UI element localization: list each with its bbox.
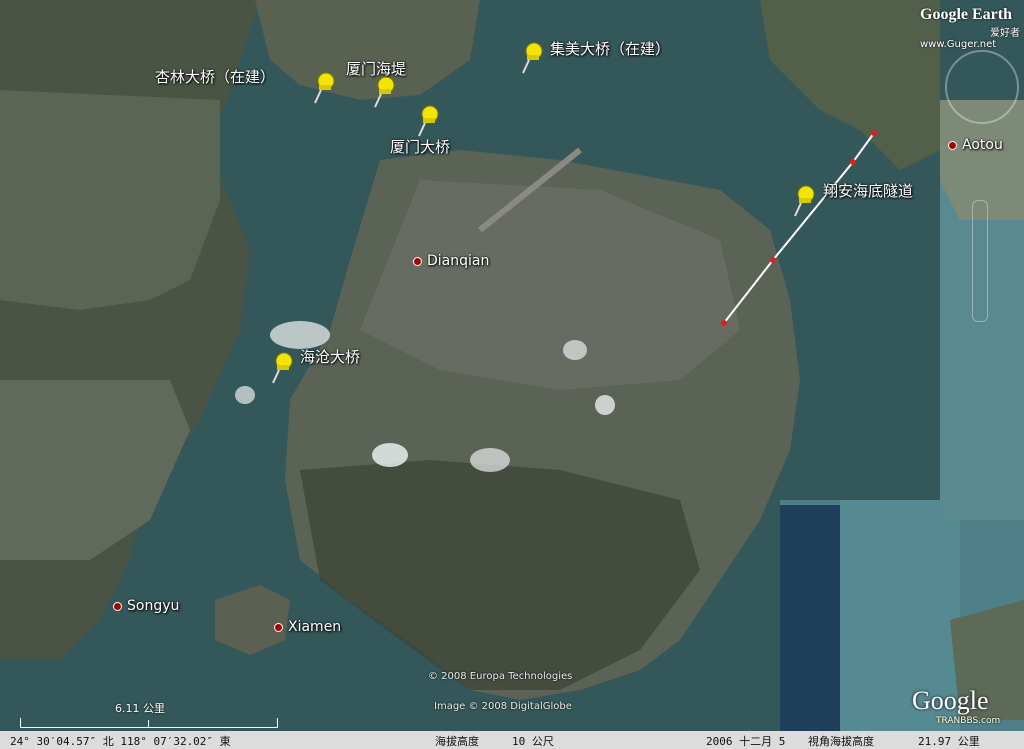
watermark: TRANBBS.com [936, 716, 1001, 726]
city-dot-icon [113, 601, 122, 611]
route-point [721, 320, 727, 326]
elevation-value: 10 公尺 [512, 735, 554, 748]
placemark-label[interactable]: 厦门海堤 [346, 58, 406, 79]
placemark-label[interactable]: 翔安海底隧道 [823, 180, 913, 201]
city-label[interactable]: Dianqian [413, 253, 489, 269]
city-dot-icon [274, 622, 283, 632]
zoom-slider[interactable] [972, 200, 988, 322]
status-bar: 24° 30′04.57″ 北 118° 07′32.02″ 東 海拔高度 10… [0, 731, 1024, 749]
pushpin-icon[interactable] [792, 183, 818, 217]
eye-altitude-value: 21.97 公里 [918, 735, 980, 748]
route-point [871, 130, 877, 136]
elevation-label: 海拔高度 [435, 735, 479, 748]
pushpin-icon[interactable] [270, 350, 296, 384]
city-label[interactable]: Aotou [948, 137, 1003, 153]
navigation-compass-icon[interactable] [945, 50, 1019, 124]
route-point [850, 159, 856, 165]
placemark-label[interactable]: 集美大桥（在建） [550, 38, 670, 59]
google-logo: Google [912, 686, 989, 715]
placemark-label[interactable]: 厦门大桥 [390, 136, 450, 157]
imagery-date: 2006 十二月 5 [706, 735, 786, 748]
scale-bar: 6.11 公里 [20, 700, 278, 730]
coordinates-readout: 24° 30′04.57″ 北 118° 07′32.02″ 東 [10, 735, 231, 748]
copyright-europa: © 2008 Europa Technologies [428, 671, 573, 682]
city-dot-icon [413, 256, 422, 266]
pushpin-icon[interactable] [520, 40, 546, 74]
pushpin-icon[interactable] [312, 70, 338, 104]
scale-label: 6.11 公里 [115, 702, 165, 715]
city-label[interactable]: Songyu [113, 598, 179, 614]
scale-ruler [20, 718, 278, 728]
satellite-map[interactable] [0, 0, 1024, 749]
placemark-label[interactable]: 海沧大桥 [300, 346, 360, 367]
route-point [770, 257, 776, 263]
pushpin-icon[interactable] [416, 103, 442, 137]
placemark-label[interactable]: 杏林大桥（在建） [155, 66, 275, 87]
pushpin-icon[interactable] [372, 74, 398, 108]
city-label[interactable]: Xiamen [274, 619, 341, 635]
city-dot-icon [948, 140, 957, 150]
google-earth-logo: Google Earth 爱好者 www.Guger.net [920, 6, 1020, 50]
copyright-digitalglobe: Image © 2008 DigitalGlobe [434, 701, 572, 712]
eye-altitude-label: 視角海拔高度 [808, 735, 874, 748]
